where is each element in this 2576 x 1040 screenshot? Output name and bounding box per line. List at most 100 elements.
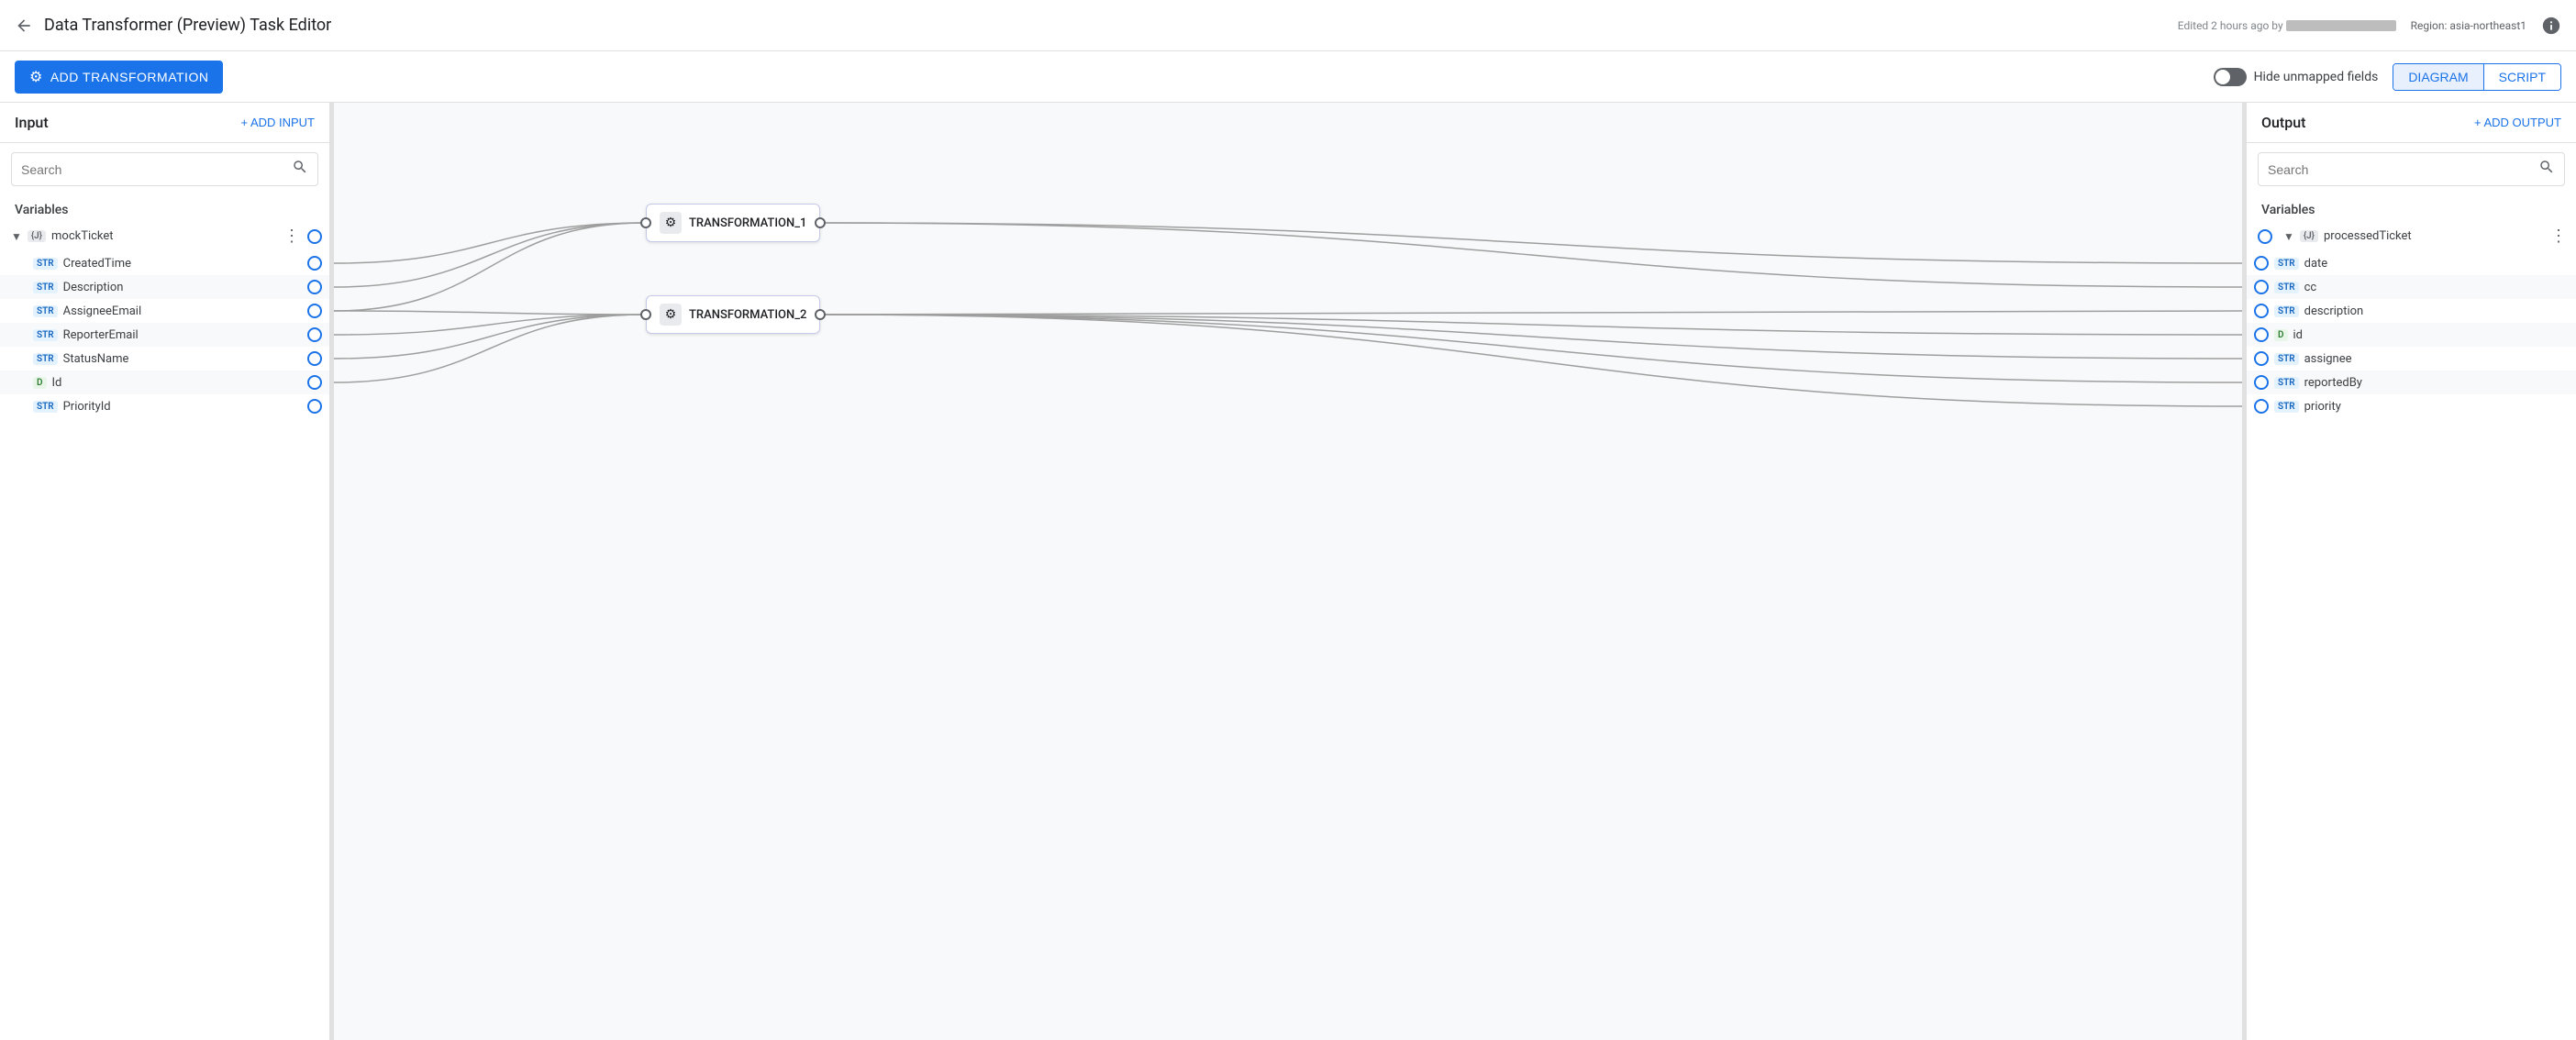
transformation-node-2[interactable]: ⚙ TRANSFORMATION_2 [646, 295, 820, 334]
page-title: Data Transformer (Preview) Task Editor [44, 16, 2178, 35]
output-field-connector[interactable] [2254, 399, 2269, 414]
variable-name: mockTicket [51, 229, 276, 243]
input-panel: Input + ADD INPUT Variables ▼ {J} mockTi… [0, 103, 330, 1040]
output-field-connector[interactable] [2254, 375, 2269, 390]
input-variable-group: ▼ {J} mockTicket ⋮ STR CreatedTime STR D… [0, 221, 329, 418]
field-type-badge: STR [33, 258, 58, 270]
input-search-box [11, 152, 318, 186]
output-field-name: priority [2304, 400, 2543, 414]
region-label: Region: asia-northeast1 [2411, 19, 2526, 32]
input-variables-label: Variables [0, 195, 329, 221]
output-panel-header: Output + ADD OUTPUT [2247, 103, 2576, 143]
input-search-input[interactable] [21, 162, 284, 177]
edit-meta: Edited 2 hours ago by [2178, 19, 2396, 32]
canvas[interactable]: ⚙ TRANSFORMATION_1 ⚙ TRANSFORMATION_2 [334, 103, 2242, 1040]
input-field-row: D Id [0, 371, 329, 394]
toolbar-right: Hide unmapped fields DIAGRAM SCRIPT [2214, 63, 2561, 91]
variable-connector[interactable] [307, 229, 322, 244]
transformation-2-label: TRANSFORMATION_2 [689, 308, 806, 322]
field-type-badge: STR [33, 282, 58, 293]
node1-gear-icon: ⚙ [660, 212, 682, 234]
output-variable-group: ▼ {J} processedTicket ⋮ STR date STR cc … [2247, 221, 2576, 418]
output-field-type-badge: STR [2274, 377, 2299, 389]
output-panel-title: Output [2261, 114, 2305, 131]
output-field-connector[interactable] [2254, 327, 2269, 342]
connection-lines [334, 103, 2242, 1040]
output-field-type-badge: STR [2274, 282, 2299, 293]
output-fields-area: ▼ {J} processedTicket ⋮ STR date STR cc … [2247, 221, 2576, 1040]
add-input-button[interactable]: + ADD INPUT [240, 116, 315, 129]
output-field-type-badge: D [2274, 329, 2288, 341]
output-more-options-button[interactable]: ⋮ [2548, 227, 2569, 246]
output-field-list: STR date STR cc STR description D id STR… [2247, 251, 2576, 418]
field-name: PriorityId [63, 400, 302, 414]
input-variable-parent[interactable]: ▼ {J} mockTicket ⋮ [0, 221, 329, 251]
field-type-badge: STR [33, 305, 58, 317]
output-field-name: cc [2304, 281, 2543, 294]
field-connector[interactable] [307, 256, 322, 271]
output-variable-parent[interactable]: ▼ {J} processedTicket ⋮ [2247, 221, 2576, 251]
field-connector[interactable] [307, 327, 322, 342]
info-button[interactable] [2541, 16, 2561, 36]
add-output-button[interactable]: + ADD OUTPUT [2474, 116, 2561, 129]
field-name: ReporterEmail [63, 328, 302, 342]
field-connector[interactable] [307, 280, 322, 294]
transformation-node-1[interactable]: ⚙ TRANSFORMATION_1 [646, 204, 820, 242]
input-field-row: STR CreatedTime [0, 251, 329, 275]
output-field-row: STR cc [2247, 275, 2576, 299]
input-panel-title: Input [15, 114, 49, 131]
output-field-row: STR reportedBy [2247, 371, 2576, 394]
diagram-tab[interactable]: DIAGRAM [2393, 64, 2482, 90]
toggle-container: Hide unmapped fields [2214, 68, 2379, 86]
back-button[interactable] [15, 17, 33, 35]
output-search-box [2258, 152, 2565, 186]
node2-output-connector[interactable] [815, 309, 826, 320]
output-field-row: D id [2247, 323, 2576, 347]
input-search-icon[interactable] [292, 159, 308, 180]
output-field-name: description [2304, 304, 2543, 318]
field-connector[interactable] [307, 304, 322, 318]
toolbar: ⚙ ADD TRANSFORMATION Hide unmapped field… [0, 51, 2576, 103]
input-fields-area: ▼ {J} mockTicket ⋮ STR CreatedTime STR D… [0, 221, 329, 1040]
output-search-icon[interactable] [2538, 159, 2555, 180]
output-field-row: STR priority [2247, 394, 2576, 418]
output-field-row: STR assignee [2247, 347, 2576, 371]
gear-icon: ⚙ [29, 68, 43, 86]
input-field-list: STR CreatedTime STR Description STR Assi… [0, 251, 329, 418]
field-type-badge: STR [33, 401, 58, 413]
field-name: StatusName [63, 352, 302, 366]
view-tabs: DIAGRAM SCRIPT [2393, 63, 2561, 91]
output-field-connector[interactable] [2254, 304, 2269, 318]
field-connector[interactable] [307, 351, 322, 366]
node2-gear-icon: ⚙ [660, 304, 682, 326]
output-field-type-badge: STR [2274, 353, 2299, 365]
output-variables-label: Variables [2247, 195, 2576, 221]
output-variable-connector[interactable] [2258, 229, 2272, 244]
add-transformation-button[interactable]: ⚙ ADD TRANSFORMATION [15, 61, 223, 94]
field-name: CreatedTime [63, 257, 302, 271]
output-field-connector[interactable] [2254, 351, 2269, 366]
output-field-row: STR description [2247, 299, 2576, 323]
output-field-connector[interactable] [2254, 280, 2269, 294]
input-panel-header: Input + ADD INPUT [0, 103, 329, 143]
output-search-input[interactable] [2268, 162, 2531, 177]
node1-input-connector[interactable] [640, 217, 651, 228]
hide-unmapped-toggle[interactable] [2214, 68, 2247, 86]
output-field-name: reportedBy [2304, 376, 2543, 390]
input-field-row: STR PriorityId [0, 394, 329, 418]
main-area: Input + ADD INPUT Variables ▼ {J} mockTi… [0, 103, 2576, 1040]
node1-output-connector[interactable] [815, 217, 826, 228]
transformation-1-label: TRANSFORMATION_1 [689, 216, 806, 230]
field-connector[interactable] [307, 375, 322, 390]
script-tab[interactable]: SCRIPT [2483, 64, 2560, 90]
output-field-connector[interactable] [2254, 256, 2269, 271]
output-field-name: assignee [2304, 352, 2543, 366]
more-options-button[interactable]: ⋮ [282, 227, 302, 246]
input-field-row: STR AssigneeEmail [0, 299, 329, 323]
node2-input-connector[interactable] [640, 309, 651, 320]
output-panel: Output + ADD OUTPUT Variables ▼ {J} proc… [2246, 103, 2576, 1040]
field-type-badge: STR [33, 353, 58, 365]
output-field-name: date [2304, 257, 2543, 271]
field-connector[interactable] [307, 399, 322, 414]
input-field-row: STR Description [0, 275, 329, 299]
